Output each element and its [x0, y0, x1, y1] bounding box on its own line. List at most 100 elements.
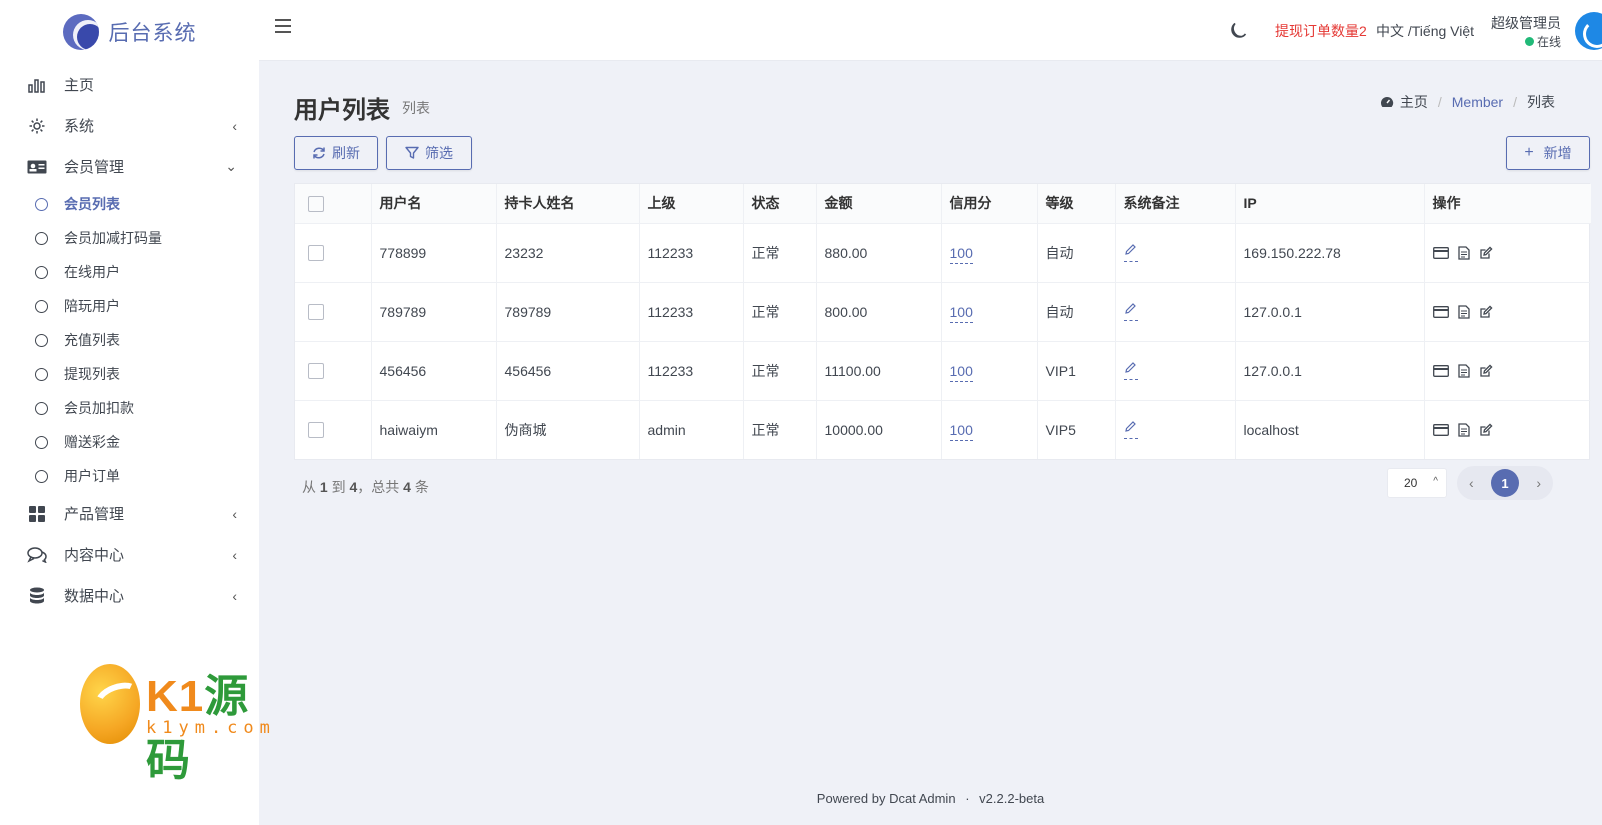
withdraw-order-alert[interactable]: 提现订单数量2 [1275, 21, 1367, 41]
circle-icon [35, 435, 48, 449]
cell-parent: 112233 [639, 282, 744, 342]
cell-status: 正常 [743, 282, 817, 342]
document-icon[interactable] [1457, 245, 1470, 260]
edit-remark-icon[interactable] [1123, 243, 1138, 262]
breadcrumb-home[interactable]: 主页 [1400, 92, 1428, 112]
sidebar-item-user-orders[interactable]: 用户订单 [0, 459, 259, 493]
sidebar-item-label: 陪玩用户 [64, 298, 120, 314]
column-header[interactable]: 等级 [1037, 184, 1116, 224]
column-header[interactable]: 持卡人姓名 [496, 184, 640, 224]
edit-remark-icon[interactable] [1123, 420, 1138, 440]
cell-status: 正常 [743, 341, 817, 401]
chevron-up-icon: ^ [1433, 476, 1438, 487]
database-icon [26, 587, 48, 605]
main-content: 用户列表 列表 主页 / Member / 列表 刷新 筛选 + 新增 用户名 … [259, 61, 1602, 825]
chevron-left-icon: ‹ [232, 505, 237, 522]
cell-cardholder: 23232 [496, 223, 640, 283]
column-header[interactable]: IP [1235, 184, 1425, 224]
sidebar-item-label: 用户订单 [64, 468, 120, 484]
sidebar-item-member[interactable]: 会员管理 ⌄ [0, 146, 259, 187]
sidebar-item-member-list[interactable]: 会员列表 [0, 187, 259, 221]
credit-card-icon[interactable] [1432, 305, 1449, 318]
edit-icon[interactable] [1479, 423, 1493, 437]
row-checkbox[interactable] [308, 422, 324, 439]
column-header[interactable]: 信用分 [941, 184, 1038, 224]
sidebar-item-home[interactable]: 主页 [0, 64, 259, 105]
sidebar-item-bonus[interactable]: 赠送彩金 [0, 425, 259, 459]
credit-editable[interactable]: 100 [949, 362, 973, 382]
circle-icon [35, 299, 48, 313]
sidebar-item-withdraw-list[interactable]: 提现列表 [0, 357, 259, 391]
row-checkbox[interactable] [308, 245, 324, 262]
avatar[interactable] [1575, 12, 1602, 50]
page-button-current[interactable]: 1 [1491, 469, 1519, 497]
credit-editable[interactable]: 100 [949, 303, 973, 323]
sidebar-item-label: 内容中心 [64, 547, 125, 564]
filter-label: 筛选 [425, 145, 453, 161]
sidebar-item-label: 赠送彩金 [64, 434, 120, 450]
edit-icon[interactable] [1479, 245, 1493, 260]
document-icon[interactable] [1457, 423, 1470, 437]
menu-toggle-icon[interactable] [275, 19, 291, 33]
sidebar-item-system[interactable]: 系统 ‹ [0, 105, 259, 146]
sidebar-item-products[interactable]: 产品管理 ‹ [0, 493, 259, 534]
select-all-checkbox[interactable] [308, 195, 324, 212]
footer-product-link[interactable]: Dcat Admin [889, 791, 955, 806]
column-header[interactable]: 系统备注 [1115, 184, 1236, 224]
language-switch[interactable]: 中文 /Tiếng Việt [1376, 21, 1474, 41]
row-checkbox[interactable] [308, 363, 324, 380]
brand[interactable]: 后台系统 [0, 0, 259, 64]
breadcrumb-member[interactable]: Member [1452, 94, 1503, 110]
edit-remark-icon[interactable] [1123, 302, 1138, 321]
sidebar-item-label: 产品管理 [64, 506, 125, 523]
add-button[interactable]: + 新增 [1506, 136, 1590, 170]
sidebar-item-content[interactable]: 内容中心 ‹ [0, 534, 259, 575]
next-page-icon[interactable]: › [1536, 475, 1541, 491]
sidebar-item-label: 会员管理 [64, 159, 125, 176]
table-row: haiwaiym 伪商城 admin 正常 10000.00 100 VIP5 … [295, 400, 1591, 459]
edit-icon[interactable] [1479, 363, 1493, 378]
prev-page-icon[interactable]: ‹ [1469, 475, 1474, 491]
column-header[interactable]: 状态 [743, 184, 817, 224]
column-header[interactable]: 上级 [639, 184, 744, 224]
table-header-row: 用户名 持卡人姓名 上级 状态 金额 信用分 等级 系统备注 IP 操作 [295, 184, 1591, 224]
refresh-button[interactable]: 刷新 [294, 136, 378, 170]
member-submenu: 会员列表 会员加减打码量 在线用户 陪玩用户 充值列表 提现列表 会员加扣款 赠… [0, 187, 259, 493]
user-name[interactable]: 超级管理员 [1491, 13, 1561, 33]
refresh-icon [313, 147, 325, 159]
column-header[interactable]: 金额 [816, 184, 942, 224]
filter-button[interactable]: 筛选 [386, 136, 472, 170]
credit-card-icon[interactable] [1432, 423, 1449, 436]
chevron-left-icon: ‹ [232, 117, 237, 134]
footer: Powered by Dcat Admin · v2.2.2-beta [816, 791, 1045, 806]
credit-card-icon[interactable] [1432, 246, 1449, 259]
pagination-summary: 从 1 到 4，总共 4 条 [302, 477, 429, 497]
credit-editable[interactable]: 100 [949, 244, 973, 264]
sidebar-item-member-wager[interactable]: 会员加减打码量 [0, 221, 259, 255]
per-page-select[interactable]: 20 ^ [1387, 468, 1447, 498]
edit-icon[interactable] [1479, 304, 1493, 319]
edit-remark-icon[interactable] [1123, 361, 1138, 380]
sidebar-item-data[interactable]: 数据中心 ‹ [0, 575, 259, 616]
circle-icon [35, 469, 48, 483]
document-icon[interactable] [1457, 363, 1470, 378]
grid-icon [26, 505, 48, 523]
row-checkbox[interactable] [308, 304, 324, 321]
document-icon[interactable] [1457, 304, 1470, 319]
credit-card-icon[interactable] [1432, 364, 1449, 377]
credit-editable[interactable]: 100 [949, 421, 973, 441]
footer-version: v2.2.2-beta [979, 791, 1045, 806]
sidebar-item-online-users[interactable]: 在线用户 [0, 255, 259, 289]
circle-icon [35, 367, 48, 381]
sidebar-item-label: 系统 [64, 118, 95, 135]
sidebar-item-label: 会员加减打码量 [64, 230, 162, 246]
sidebar-item-companion-users[interactable]: 陪玩用户 [0, 289, 259, 323]
column-header[interactable]: 用户名 [371, 184, 497, 224]
cell-amount: 11100.00 [816, 341, 942, 401]
user-table: 用户名 持卡人姓名 上级 状态 金额 信用分 等级 系统备注 IP 操作 778… [294, 183, 1591, 460]
brand-name: 后台系统 [108, 22, 197, 45]
dark-mode-toggle-icon[interactable] [1229, 20, 1249, 40]
cell-ip: localhost [1235, 400, 1425, 459]
sidebar-item-member-adjust[interactable]: 会员加扣款 [0, 391, 259, 425]
sidebar-item-recharge-list[interactable]: 充值列表 [0, 323, 259, 357]
